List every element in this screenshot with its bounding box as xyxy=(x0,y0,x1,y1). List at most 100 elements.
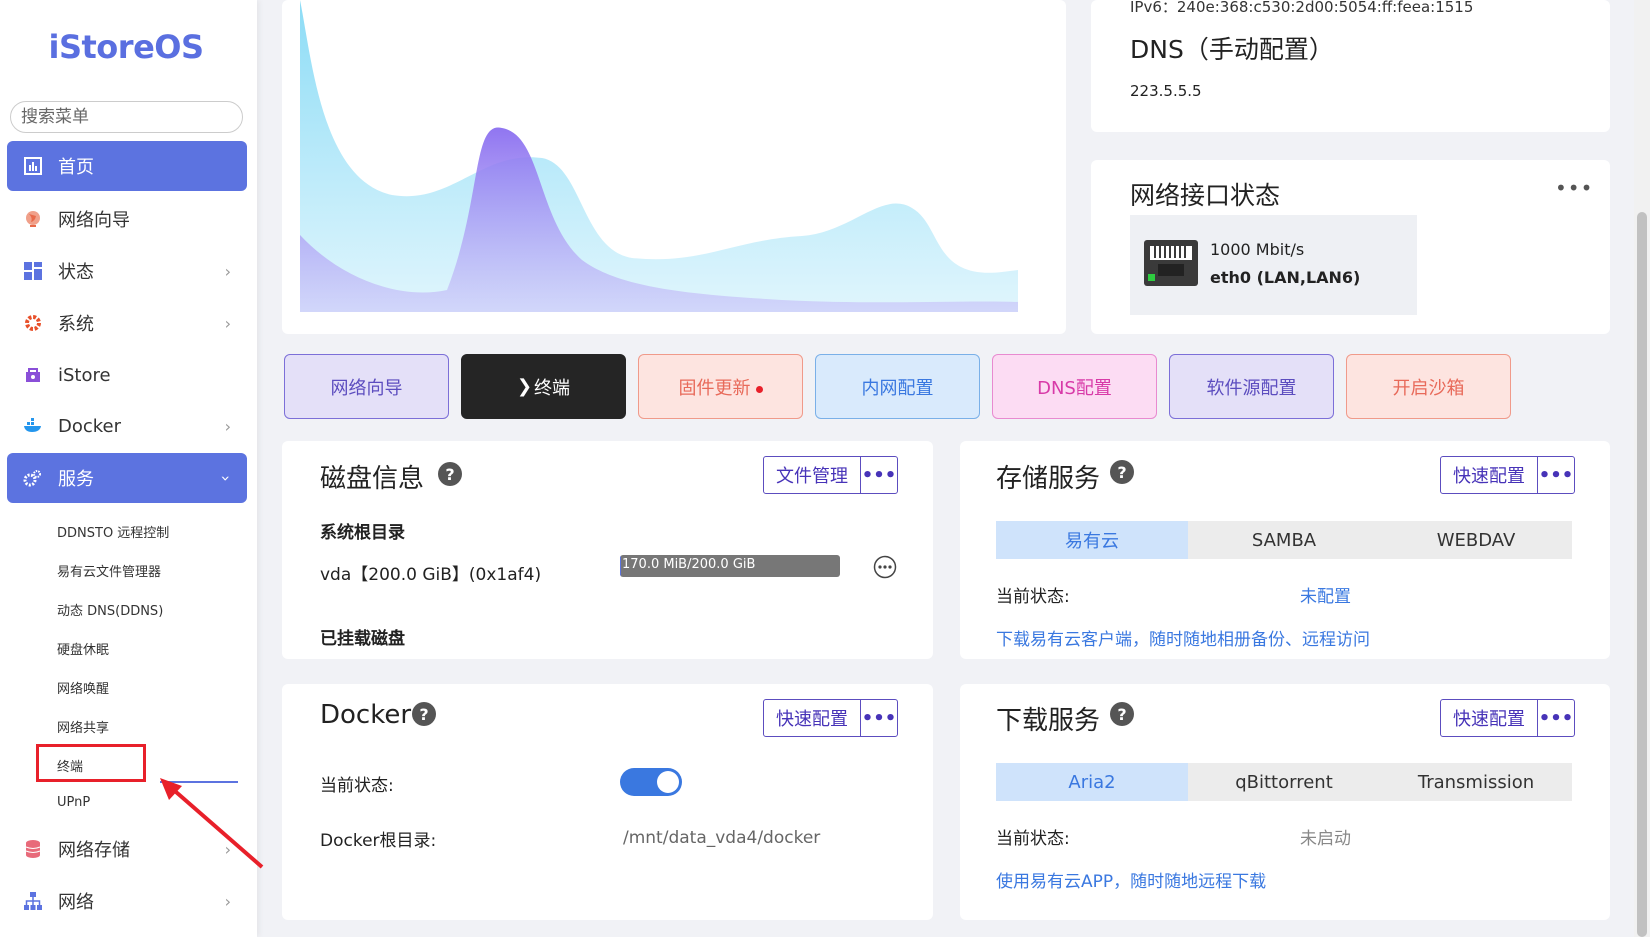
disk-usage-bar: 170.0 MiB/200.0 GiB xyxy=(620,555,840,577)
chevron-right-icon: › xyxy=(224,314,231,333)
chevron-right-icon: › xyxy=(224,417,231,436)
more-icon[interactable]: ••• xyxy=(861,457,897,493)
docker-status-label: 当前状态: xyxy=(320,776,394,796)
interface-status-title: 网络接口状态 xyxy=(1130,181,1281,210)
software-source-button[interactable]: 软件源配置 xyxy=(1169,354,1334,419)
sidebar-item-docker[interactable]: Docker › xyxy=(7,401,247,451)
root-dir-label: 系统根目录 xyxy=(320,523,405,543)
globe-icon xyxy=(22,208,44,230)
more-icon[interactable]: ••• xyxy=(1538,457,1574,493)
mounted-disks-label: 已挂载磁盘 xyxy=(320,629,405,649)
port-speed: 1000 Mbit/s xyxy=(1210,240,1305,259)
sandbox-button[interactable]: 开启沙箱 xyxy=(1346,354,1511,419)
quick-config-button[interactable]: 快速配置 xyxy=(764,700,861,736)
port-box xyxy=(1130,215,1417,315)
tab-qbittorrent[interactable]: qBittorrent xyxy=(1188,763,1380,801)
sub-item-ddnsto[interactable]: DDNSTO 远程控制 xyxy=(57,522,169,541)
disk-title: 磁盘信息 xyxy=(320,464,425,494)
help-icon[interactable]: ? xyxy=(1110,702,1134,726)
sidebar-item-label: 网络存储 xyxy=(58,840,130,861)
help-icon[interactable]: ? xyxy=(438,462,462,486)
sidebar-item-istore[interactable]: iStore xyxy=(7,350,247,400)
sidebar-item-services[interactable]: 服务 › xyxy=(7,453,247,503)
sidebar-item-label: iStore xyxy=(58,364,111,386)
storage-title: 存储服务 xyxy=(996,464,1101,494)
more-circle-icon[interactable] xyxy=(873,555,897,579)
docker-icon xyxy=(22,415,44,437)
notification-dot xyxy=(755,386,763,393)
dns-value: 223.5.5.5 xyxy=(1130,82,1202,100)
ethernet-port-icon xyxy=(1144,240,1198,286)
chevron-right-icon: › xyxy=(224,262,231,281)
storage-status-value[interactable]: 未配置 xyxy=(1300,582,1351,607)
terminal-button[interactable]: ❯ 终端 xyxy=(461,354,626,419)
network-wizard-button[interactable]: 网络向导 xyxy=(284,354,449,419)
tab-linkease[interactable]: 易有云 xyxy=(996,521,1188,559)
network-info-card xyxy=(1091,0,1610,132)
storage-tabs: 易有云 SAMBA WEBDAV xyxy=(996,521,1572,559)
sub-item-upnp[interactable]: UPnP xyxy=(57,795,90,810)
sidebar-item-system[interactable]: 系统 › xyxy=(7,298,247,348)
scrollbar-thumb[interactable] xyxy=(1637,212,1647,937)
firmware-update-button[interactable]: 固件更新 xyxy=(638,354,803,419)
storage-button-group: 快速配置 ••• xyxy=(1440,456,1575,494)
tab-transmission[interactable]: Transmission xyxy=(1380,763,1572,801)
download-area xyxy=(300,0,1018,312)
storage-status-label: 当前状态: xyxy=(996,587,1070,607)
traffic-chart-card xyxy=(282,0,1066,334)
sidebar-item-label: 网络 xyxy=(58,892,94,913)
disk-usage-text: 170.0 MiB/200.0 GiB xyxy=(622,557,756,572)
menu-search-input[interactable] xyxy=(10,101,243,133)
download-app-link[interactable]: 使用易有云APP，随时随地远程下载 xyxy=(996,867,1266,892)
docker-toggle[interactable] xyxy=(620,768,682,796)
sidebar-item-network-wizard[interactable]: 网络向导 xyxy=(7,194,247,244)
docker-button-group: 快速配置 ••• xyxy=(763,699,898,737)
sidebar-item-status[interactable]: 状态 › xyxy=(7,246,247,296)
tab-webdav[interactable]: WEBDAV xyxy=(1380,521,1572,559)
gear-icon xyxy=(22,312,44,334)
sidebar-item-network[interactable]: 网络 › xyxy=(7,876,247,926)
sub-item-network-share[interactable]: 网络共享 xyxy=(57,717,109,736)
file-manager-button[interactable]: 文件管理 xyxy=(764,457,861,493)
services-icon xyxy=(22,467,44,489)
quick-config-button[interactable]: 快速配置 xyxy=(1441,700,1538,736)
storage-icon xyxy=(22,838,44,860)
download-button-group: 快速配置 ••• xyxy=(1440,699,1575,737)
port-name: eth0 (LAN,LAN6) xyxy=(1210,268,1361,287)
sidebar-item-home[interactable]: 首页 xyxy=(7,141,247,191)
help-icon[interactable]: ? xyxy=(1110,460,1134,484)
sub-item-ddns[interactable]: 动态 DNS(DDNS) xyxy=(57,600,163,619)
more-icon[interactable]: ••• xyxy=(1538,700,1574,736)
sidebar-item-label: 首页 xyxy=(58,157,94,178)
dashboard-icon xyxy=(22,155,44,177)
download-tabs: Aria2 qBittorrent Transmission xyxy=(996,763,1572,801)
sidebar-item-label: 状态 xyxy=(58,262,94,283)
store-icon xyxy=(22,364,44,386)
sidebar-item-label: Docker xyxy=(58,415,122,437)
help-icon[interactable]: ? xyxy=(412,702,436,726)
docker-root-label: Docker根目录: xyxy=(320,831,437,851)
network-icon xyxy=(22,890,44,912)
vda-label: vda【200.0 GiB】(0x1af4) xyxy=(320,565,542,585)
highlight-box xyxy=(36,744,146,782)
tab-aria2[interactable]: Aria2 xyxy=(996,763,1188,801)
more-icon[interactable]: ••• xyxy=(861,700,897,736)
traffic-area-chart xyxy=(300,0,1018,312)
sub-item-disk-sleep[interactable]: 硬盘休眠 xyxy=(57,639,109,658)
tab-samba[interactable]: SAMBA xyxy=(1188,521,1380,559)
page-scrollbar[interactable] xyxy=(1634,0,1650,937)
quick-config-button[interactable]: 快速配置 xyxy=(1441,457,1538,493)
sub-item-linkease-file-manager[interactable]: 易有云文件管理器 xyxy=(57,561,161,580)
sub-item-wake-on-lan[interactable]: 网络唤醒 xyxy=(57,678,109,697)
toggle-knob xyxy=(657,771,679,793)
dns-config-button[interactable]: DNS配置 xyxy=(992,354,1157,419)
more-icon[interactable]: ••• xyxy=(1555,176,1593,200)
sidebar-item-label: 服务 xyxy=(58,469,94,490)
disk-button-group: 文件管理 ••• xyxy=(763,456,898,494)
lan-config-button[interactable]: 内网配置 xyxy=(815,354,980,419)
grid-icon xyxy=(22,260,44,282)
ipv6-address: IPv6：240e:368:c530:2d00:5054:ff:feea:151… xyxy=(1130,0,1474,16)
download-title: 下载服务 xyxy=(996,706,1101,736)
storage-download-link[interactable]: 下载易有云客户端，随时随地相册备份、远程访问 xyxy=(996,625,1370,650)
download-status-value: 未启动 xyxy=(1300,829,1351,849)
